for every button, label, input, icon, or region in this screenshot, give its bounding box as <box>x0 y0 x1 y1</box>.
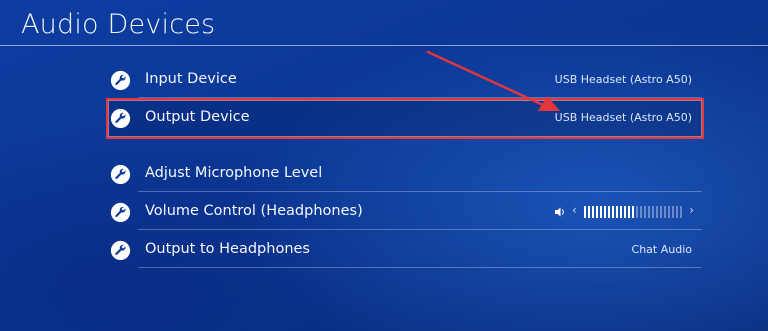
setting-row-output-to-headphones[interactable]: Output to Headphones Chat Audio <box>108 232 702 268</box>
setting-label: Input Device <box>145 71 237 87</box>
volume-level-segment <box>620 206 622 218</box>
setting-label: Output Device <box>145 109 250 125</box>
volume-level-segment <box>656 206 658 218</box>
setting-label: Adjust Microphone Level <box>145 165 323 181</box>
volume-level-segment <box>592 206 594 218</box>
volume-level-segment <box>616 206 618 218</box>
title-divider <box>0 45 768 46</box>
speaker-icon <box>555 207 564 217</box>
wrench-icon <box>110 164 131 185</box>
wrench-icon <box>110 240 131 261</box>
volume-level-segment <box>648 206 650 218</box>
volume-level-segment <box>636 206 638 218</box>
setting-label: Volume Control (Headphones) <box>145 203 363 219</box>
volume-level-segment <box>612 206 614 218</box>
volume-level-segment <box>632 206 634 218</box>
volume-level-segment <box>660 206 662 218</box>
wrench-icon <box>110 202 131 223</box>
setting-row-input-device[interactable]: Input Device USB Headset (Astro A50) <box>108 62 702 98</box>
setting-row-adjust-microphone-level[interactable]: Adjust Microphone Level <box>108 156 702 192</box>
setting-row-volume-control[interactable]: Volume Control (Headphones) ‹ › <box>108 194 702 230</box>
volume-level-segment <box>608 206 610 218</box>
volume-level-segment <box>604 206 606 218</box>
chevron-right-icon[interactable]: › <box>689 203 694 217</box>
volume-level-segment <box>680 206 682 218</box>
volume-level-segment <box>644 206 646 218</box>
setting-value: USB Headset (Astro A50) <box>554 111 692 124</box>
volume-level-segment <box>584 206 586 218</box>
setting-label: Output to Headphones <box>145 241 310 257</box>
volume-slider[interactable]: ‹ › <box>554 203 694 220</box>
volume-level-segment <box>596 206 598 218</box>
volume-level-segment <box>664 206 666 218</box>
page-title: Audio Devices <box>21 9 216 40</box>
setting-value: Chat Audio <box>631 243 692 256</box>
volume-level-segment <box>640 206 642 218</box>
volume-level-segment <box>652 206 654 218</box>
volume-level-segment <box>628 206 630 218</box>
setting-value: USB Headset (Astro A50) <box>554 73 692 86</box>
volume-level-segment <box>624 206 626 218</box>
wrench-icon <box>110 70 131 91</box>
volume-level-segment <box>676 206 678 218</box>
volume-level-segment <box>588 206 590 218</box>
wrench-icon <box>110 108 131 129</box>
setting-row-output-device[interactable]: Output Device USB Headset (Astro A50) <box>106 98 704 139</box>
volume-level-segment <box>600 206 602 218</box>
volume-level-segment <box>668 206 670 218</box>
volume-level-segment <box>672 206 674 218</box>
chevron-left-icon[interactable]: ‹ <box>572 203 577 217</box>
volume-level-bars <box>584 206 684 218</box>
